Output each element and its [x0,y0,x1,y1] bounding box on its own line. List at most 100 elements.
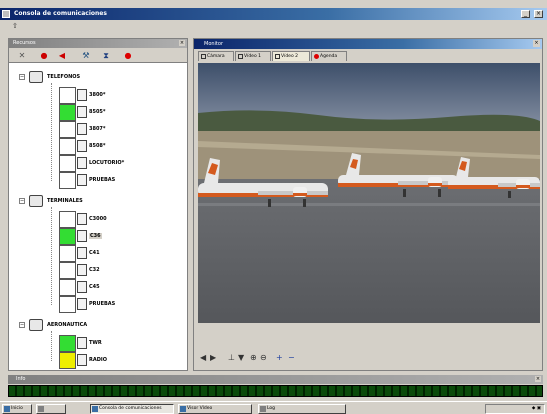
tree-item-label: 3807* [89,126,106,132]
radio-terminal-icon [77,281,87,293]
resource-tree: − TELEFONOS 3800* 8505* 3807* 8508* LOCUTORIO*… [9,65,187,370]
tree-item[interactable]: C45 [59,279,177,296]
status-indicator [59,262,76,279]
aviation-icon [77,337,87,349]
monitor-panel: Monitor × Cámara Vídeo 1 Vídeo 2 Agenda [193,38,543,371]
resources-toolbar: ✕ ● ◀ ⚒ ⧗ ● [9,48,187,63]
add-icon[interactable]: + [276,353,283,363]
collapse-icon[interactable]: − [19,198,25,204]
tab-camara[interactable]: Cámara [198,51,234,61]
radio-terminal-icon [77,298,87,310]
tree-item[interactable]: LOCUTORIO* [59,155,177,172]
close-button[interactable]: × [534,10,543,18]
hourglass-icon[interactable]: ⧗ [101,51,111,60]
start-button[interactable]: Inicio [2,404,32,414]
minimize-button[interactable]: _ [521,10,530,18]
status-indicator [59,335,76,352]
tree-item-label: C36 [89,233,102,239]
tree-item[interactable]: 8508* [59,138,177,155]
tray-icons[interactable]: ◆ ▣ [532,406,541,411]
tree-item-label: 8505* [89,109,106,115]
status-indicator [59,228,76,245]
menu-arrow-icon[interactable]: ⇧ [12,22,18,30]
telephone-icon [77,123,87,135]
tree-item[interactable]: C32 [59,262,177,279]
info-panel-title: Info [16,376,26,382]
aviation-icon [77,354,87,366]
status-indicator [59,172,76,189]
tab-agenda[interactable]: Agenda [311,51,347,61]
menu-bar: ⇧ [0,20,547,34]
tree-item[interactable]: C3000 [59,211,177,228]
antenna-icon[interactable]: ⊥ [228,353,235,363]
status-indicator [59,155,76,172]
video-icon [238,54,243,59]
taskbar: Inicio Consola de comunicaciones Visor V… [0,401,547,414]
close-info-icon[interactable]: × [535,376,541,382]
system-tray: ◆ ▣ [485,404,545,414]
remove-icon[interactable]: − [288,353,295,363]
console-app-icon [92,406,98,412]
play-icon[interactable]: ▶ [210,353,216,363]
zoom-out-icon[interactable]: ⊖ [260,353,267,363]
status-indicator [59,245,76,262]
status-indicator [59,279,76,296]
tree-item-label: 3800* [89,92,106,98]
title-bar: Consola de comunicaciones [0,8,547,20]
tree-item[interactable]: C41 [59,245,177,262]
radio-terminal-icon [77,213,87,225]
video-app-icon [180,406,186,412]
tree-group-label: AERONAUTICA [47,322,88,328]
tab-video-2[interactable]: Vídeo 2 [272,51,310,61]
tree-connector [51,207,52,305]
rewind-icon[interactable]: ◀ [200,353,206,363]
status-indicator [59,138,76,155]
quick-launch[interactable] [36,404,66,414]
tree-item[interactable]: 8505* [59,104,177,121]
camera-icon [201,54,206,59]
airport-video-image [198,63,540,323]
windows-logo-icon [4,406,10,412]
tab-video-1[interactable]: Vídeo 1 [235,51,271,61]
phone-hangup-icon[interactable]: ● [39,51,49,60]
tree-item[interactable]: C36 [59,228,177,245]
status-indicator [59,211,76,228]
tree-item[interactable]: RADIO [59,352,177,369]
tree-group-label: TELEFONOS [47,74,81,80]
tree-item[interactable]: 3807* [59,121,177,138]
telephone-icon [77,89,87,101]
tree-item-label: C3000 [89,216,107,222]
tree-item[interactable]: PRUEBAS [59,296,177,313]
tree-item[interactable]: TWR [59,335,177,352]
tree-item-label: C32 [89,267,100,273]
taskbar-item-visor[interactable]: Visor Vídeo [178,404,252,414]
tree-item-label: PRUEBAS [89,301,116,307]
filter-icon[interactable]: ▼ [238,353,244,363]
log-app-icon [260,406,266,412]
tree-item-label: RADIO [89,357,107,363]
taskbar-item-consola[interactable]: Consola de comunicaciones [90,404,174,414]
tree-connector [51,331,52,361]
tree-item[interactable]: PRUEBAS [59,172,177,189]
resources-panel-header: Recursos × [9,39,187,48]
agenda-icon [314,54,319,59]
close-icon[interactable]: ✕ [17,51,27,60]
window-title: Consola de comunicaciones [14,10,107,17]
close-monitor-icon[interactable]: × [533,40,540,47]
status-indicator [59,87,76,104]
status-indicator [59,121,76,138]
taskbar-item-log[interactable]: Log [258,404,346,414]
application-window: Consola de comunicaciones _ × ⇧ Recursos… [0,0,547,414]
tree-item[interactable]: 3800* [59,87,177,104]
close-panel-icon[interactable]: × [179,40,185,46]
record-icon[interactable]: ● [123,51,133,60]
status-indicator [59,352,76,369]
wrench-icon[interactable]: ⚒ [81,51,91,60]
collapse-icon[interactable]: − [19,322,25,328]
speaker-icon[interactable]: ◀ [57,51,67,60]
tree-item-label: C41 [89,250,100,256]
collapse-icon[interactable]: − [19,74,25,80]
radio-terminal-icon [77,247,87,259]
radio-terminal-icon [29,195,43,207]
zoom-in-icon[interactable]: ⊕ [250,353,257,363]
